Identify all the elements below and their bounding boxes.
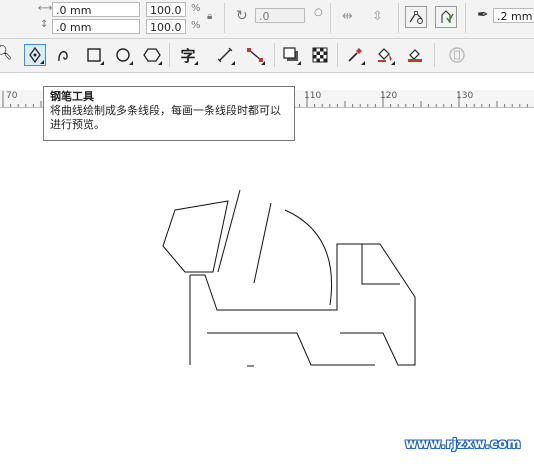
rectangle-tool-button[interactable]: [83, 44, 105, 66]
height-icon: ↕: [40, 19, 49, 30]
percent-label-y: %: [191, 20, 201, 31]
node-curve-icon: [409, 11, 423, 24]
object-height-field[interactable]: .0 mm: [52, 19, 140, 34]
drawing-area[interactable]: [0, 108, 534, 464]
disabled-tool-button[interactable]: [446, 44, 468, 66]
scale-x-field[interactable]: 100.0: [146, 2, 186, 17]
connector-tool-button[interactable]: [244, 44, 266, 66]
pen-tool-tooltip: 钢笔工具 将曲线绘制成多条线段，每画一条线段时都可以进行预览。: [43, 86, 295, 141]
flyout-indicator: [129, 61, 133, 65]
flyout-indicator: [158, 61, 162, 65]
toolbox: 🔍︎ 字: [0, 39, 534, 73]
object-width-field[interactable]: .0 mm: [52, 2, 140, 17]
separator: [224, 3, 225, 33]
pen-check-icon: [441, 10, 454, 23]
parallel-dimension-tool-button[interactable]: [214, 44, 236, 66]
flyout-indicator: [231, 61, 235, 65]
drawn-path-cab[interactable]: [190, 243, 416, 366]
smart-fill-tool-button[interactable]: [404, 44, 426, 66]
text-tool-button[interactable]: 字: [177, 44, 199, 66]
smart-drawing-tool-button[interactable]: [53, 44, 75, 66]
outline-width-field[interactable]: .2 mm: [493, 8, 534, 23]
rotate-icon: ↻: [236, 8, 248, 24]
separator: [169, 43, 170, 67]
drawn-path-bottom-step[interactable]: [207, 332, 375, 366]
add-delete-node-button[interactable]: [435, 6, 457, 28]
drawn-path-window[interactable]: [361, 244, 400, 285]
drop-shadow-tool-button[interactable]: [280, 44, 302, 66]
drawn-path-stroke-middle[interactable]: [253, 202, 272, 284]
drawing-canvas[interactable]: www.rjzxw.com: [0, 108, 534, 464]
circle-button-icon: [449, 47, 465, 63]
flyout-indicator: [100, 61, 104, 65]
transparency-tool-button[interactable]: [309, 44, 331, 66]
pen-tool-button[interactable]: [24, 44, 46, 66]
outline-pen-icon: ✒︎: [477, 7, 489, 23]
flyout-indicator: [297, 61, 301, 65]
separator: [337, 43, 338, 67]
smart-fill-icon: [408, 49, 422, 62]
width-icon: ⟷: [38, 3, 53, 14]
polygon-tool-button[interactable]: [141, 44, 163, 66]
ruler-label-130: 130: [456, 91, 474, 101]
checkerboard-icon: [312, 47, 328, 63]
auto-close-curve-button[interactable]: [405, 6, 427, 28]
drawn-path-curve[interactable]: [284, 209, 333, 306]
tooltip-title: 钢笔工具: [50, 90, 94, 103]
flyout-indicator: [194, 61, 198, 65]
percent-label-x: %: [191, 3, 201, 14]
separator: [434, 43, 435, 67]
flyout-indicator: [261, 61, 265, 65]
tooltip-description: 将曲线绘制成多条线段，每画一条线段时都可以进行预览。: [50, 104, 281, 131]
separator: [274, 43, 275, 67]
separator: [330, 3, 331, 33]
lock-ratio-icon[interactable]: 🔒︎: [207, 11, 212, 22]
flyout-indicator: [361, 61, 365, 65]
mirror-horizontal-icon[interactable]: ⇹: [342, 9, 353, 24]
mirror-vertical-icon[interactable]: ⇳: [372, 9, 383, 24]
ruler-label-120: 120: [380, 91, 398, 101]
separator: [465, 3, 466, 33]
rotation-angle-field[interactable]: .0: [255, 8, 305, 23]
zoom-icon[interactable]: 🔍︎: [0, 45, 13, 61]
interactive-fill-tool-button[interactable]: [374, 44, 396, 66]
watermark-text: www.rjzxw.com: [405, 437, 521, 452]
curve-icon: [58, 50, 68, 62]
drawn-path-body-outline[interactable]: [162, 200, 229, 273]
scale-y-field[interactable]: 100.0: [146, 19, 186, 34]
degree-icon: ○: [314, 7, 323, 18]
ruler-label-110: 110: [304, 91, 322, 101]
separator: [398, 3, 399, 33]
ruler-label-70: 70: [6, 91, 18, 101]
eyedropper-tool-button[interactable]: [344, 44, 366, 66]
ellipse-tool-button[interactable]: [112, 44, 134, 66]
flyout-indicator: [40, 60, 44, 64]
property-bar: ⟷ .0 mm ↕ .0 mm 100.0 % 100.0 % 🔒︎ ↻ .0 …: [0, 0, 534, 39]
flyout-indicator: [391, 61, 395, 65]
